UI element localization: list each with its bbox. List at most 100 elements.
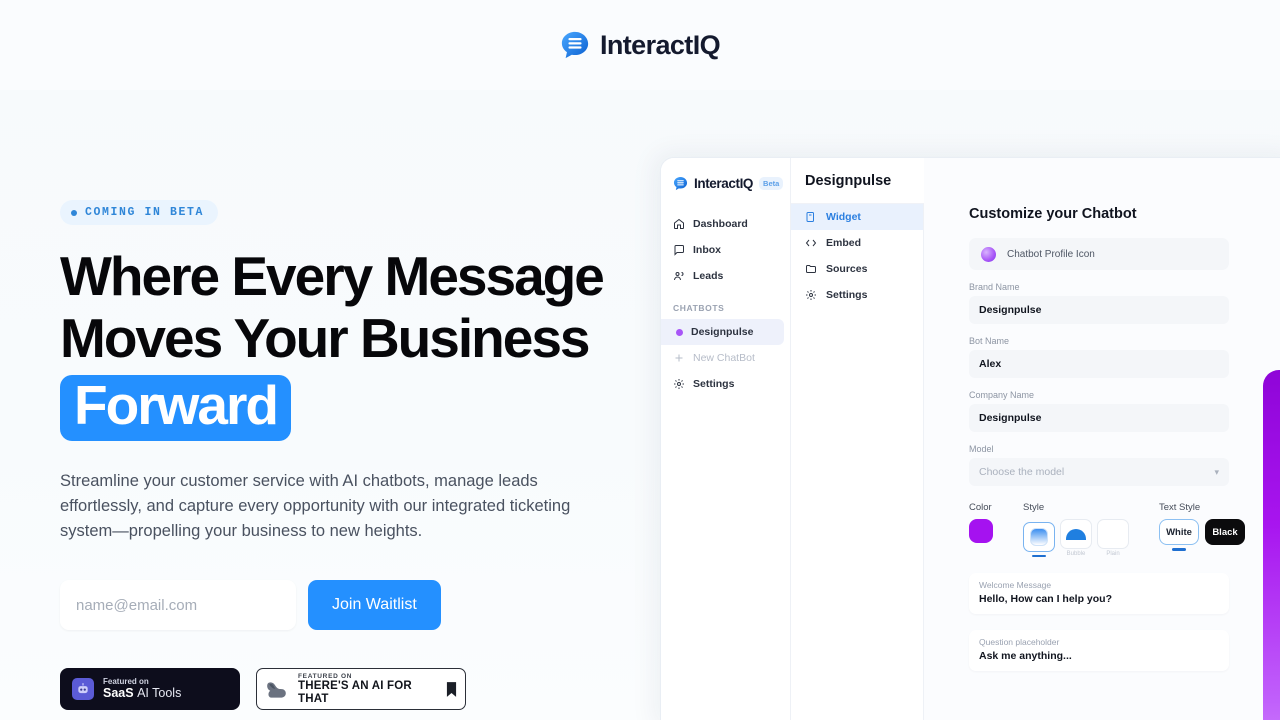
sidebar-item-designpulse[interactable]: Designpulse [661,319,784,345]
welcome-message-value: Hello, How can I help you? [979,593,1113,605]
chatbot-profile-icon-label: Chatbot Profile Icon [1007,248,1095,260]
question-placeholder-value: Ask me anything... [979,650,1072,662]
sidebar-item-inbox[interactable]: Inbox [661,237,784,263]
text-style-option: Text Style White Black [1159,502,1245,557]
field-model: Model Choose the model ▾ [969,444,1229,486]
badge-saas-name: SaaS AI Tools [103,686,181,700]
field-company-name: Company Name Designpulse [969,390,1229,432]
tab-label: Settings [826,289,868,301]
waitlist-form: Join Waitlist [60,580,660,630]
dashboard-subnav: Widget Embed Sources Settings [791,158,924,720]
badge-saas-text: Featured on SaaS AI Tools [103,677,181,701]
sidebar-item-label: Settings [693,378,735,390]
badge-saas-ai-tools[interactable]: Featured on SaaS AI Tools [60,668,240,710]
tab-widget[interactable]: Widget [791,204,923,230]
text-style-black-button[interactable]: Black [1205,519,1245,545]
tab-label: Sources [826,263,868,275]
welcome-message-card[interactable]: Welcome Message Hello, How can I help yo… [969,573,1229,614]
tab-settings[interactable]: Settings [791,282,923,308]
site-header: InteractIQ [0,0,1280,90]
style-option: Style Bubble Plain [1023,502,1129,557]
badge-saas-top-label: Featured on [103,677,149,687]
style-option-rounded[interactable] [1023,521,1055,557]
sidebar-item-settings[interactable]: Settings [661,371,784,397]
badge-theres-an-ai-for-that[interactable]: FEATURED ON THERE'S AN AI FOR THAT [256,668,466,710]
widget-icon [806,212,814,222]
style-option-plain[interactable]: Plain [1097,519,1129,557]
gear-icon [806,290,816,300]
field-label: Company Name [969,390,1035,400]
field-label: Bot Name [969,336,1010,346]
sidebar-item-label: Inbox [693,244,721,256]
status-badge: COMING IN BETA [60,200,219,225]
dashboard-nav-list: Dashboard Inbox Leads CHATBOTS Designpul… [661,211,790,397]
model-select[interactable]: Choose the model ▾ [969,458,1229,486]
folder-icon [806,265,816,273]
flexed-arm-icon [267,682,286,698]
badge-taaft-name: THERE'S AN AI FOR THAT [298,679,412,705]
sidebar-item-new-chatbot[interactable]: New ChatBot [661,345,784,371]
chatbot-widget-preview [1263,370,1280,720]
page-title: Where Every Message Moves Your Business … [60,245,660,441]
brand-name: InteractIQ [599,29,721,60]
chatbot-profile-icon-row[interactable]: Chatbot Profile Icon [969,238,1229,270]
headline-highlight: Forward [60,375,291,441]
style-option-set: Bubble Plain [1023,519,1129,557]
color-swatch[interactable] [969,519,993,543]
dashboard-sidebar: InteractIQ Beta Dashboard Inbox Leads CH… [661,158,791,720]
sidebar-item-dashboard[interactable]: Dashboard [661,211,784,237]
style-selected-indicator [1032,554,1046,557]
text-style-selected-indicator [1172,548,1186,551]
chat-bubble-icon [673,176,688,191]
panel-heading: Customize your Chatbot [969,206,1137,222]
style-option-bubble[interactable]: Bubble [1060,519,1092,557]
chat-bubble-icon [561,31,589,59]
text-style-set: White Black [1159,519,1245,551]
field-bot-name: Bot Name Alex [969,336,1229,378]
status-dot-icon [71,209,77,216]
dashboard-brand-name: InteractIQ [694,176,754,191]
model-select-value: Choose the model [979,466,1065,478]
style-option-caption: Bubble [1066,551,1086,557]
gear-icon [674,379,684,389]
question-placeholder-card[interactable]: Question placeholder Ask me anything... [969,630,1229,671]
status-badge-label: COMING IN BETA [85,206,205,219]
customize-form: Customize your Chatbot Chatbot Profile I… [969,206,1245,671]
robot-icon [72,678,94,700]
bubble-widget-icon [1066,528,1086,540]
style-label: Style [1023,502,1045,513]
company-name-input[interactable]: Designpulse [969,404,1229,432]
sidebar-item-label: Leads [693,270,724,282]
users-icon [674,272,684,281]
sidebar-item-leads[interactable]: Leads [661,263,784,289]
headline-line-1: Where Every Message [60,245,605,307]
sidebar-item-label: Dashboard [693,218,748,230]
featured-badges: Featured on SaaS AI Tools FEATURED ON TH… [60,668,660,710]
brand-name-input[interactable]: Designpulse [969,296,1229,324]
text-style-white-button[interactable]: White [1159,519,1199,545]
badge-saas-name-part1: SaaS [103,686,134,701]
color-option: Color [969,502,993,557]
tab-embed[interactable]: Embed [791,230,923,256]
appearance-options: Color Style Bubble Plain Text Style Whit… [969,502,1245,557]
email-field[interactable] [60,580,296,630]
code-icon [805,239,817,247]
dashboard-brand[interactable]: InteractIQ Beta [661,170,790,191]
message-icon [674,245,684,256]
plus-icon [675,354,683,362]
badge-taaft-top-label: FEATURED ON [298,672,353,680]
sidebar-item-label: Designpulse [691,326,754,338]
join-waitlist-button[interactable]: Join Waitlist [308,580,441,630]
text-style-white-wrap: White [1159,519,1199,551]
welcome-message-label: Welcome Message [979,580,1052,590]
sidebar-section-chatbots: CHATBOTS [673,303,725,313]
brand-logo[interactable]: InteractIQ [560,29,721,61]
tab-sources[interactable]: Sources [791,256,923,282]
customize-panel: Customize your Chatbot Chatbot Profile I… [924,158,1280,720]
profile-orb-icon [981,246,996,262]
color-label: Color [969,502,992,513]
field-label: Model [969,444,994,454]
bot-name-input[interactable]: Alex [969,350,1229,378]
style-option-caption: Plain [1106,551,1120,557]
sidebar-item-label: New ChatBot [693,352,755,364]
